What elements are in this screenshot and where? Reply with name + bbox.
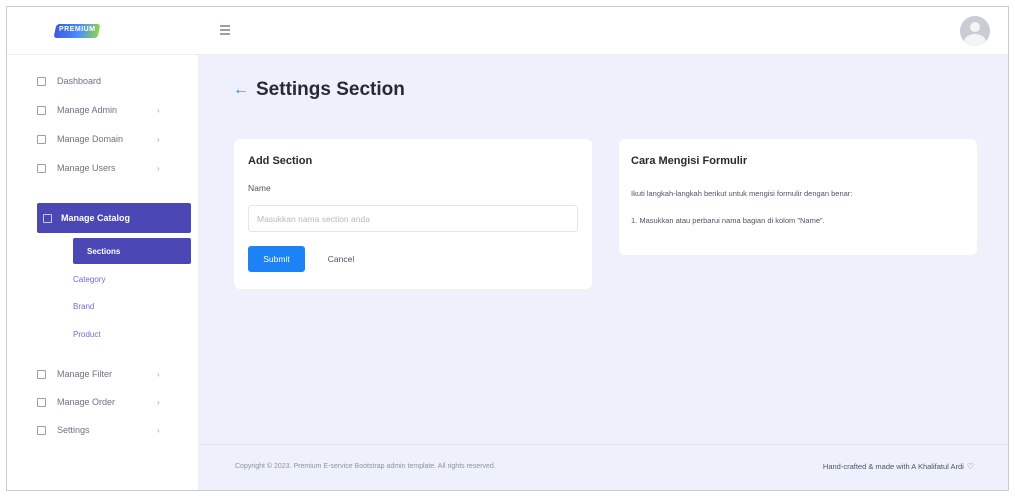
footer: Copyright © 2023. Premium E-service Boot… (199, 444, 1008, 490)
sidebar-item-manage-admin[interactable]: Manage Admin › (7, 99, 199, 121)
sidebar-item-manage-catalog[interactable]: Manage Catalog (37, 203, 191, 233)
card-title: Add Section (248, 155, 313, 167)
sidebar-item-label: Dashboard (57, 76, 102, 86)
order-icon (37, 397, 46, 407)
arrow-left-icon[interactable]: ← (233, 81, 249, 99)
sidebar-subitem-label: Category (73, 274, 106, 284)
sidebar-item-manage-order[interactable]: Manage Order › (7, 391, 199, 413)
submit-button[interactable]: Submit (248, 246, 305, 272)
sidebar-subitem-sections[interactable]: Sections (73, 238, 191, 264)
app-window: PREMIUM Dashboard Manage Admin › Manage … (6, 6, 1009, 491)
sidebar: Dashboard Manage Admin › Manage Domain ›… (7, 55, 199, 490)
chevron-right-icon: › (157, 397, 160, 407)
chevron-right-icon: › (157, 134, 160, 144)
dashboard-icon (37, 76, 46, 86)
catalog-icon (43, 213, 52, 223)
users-icon (37, 163, 46, 173)
sidebar-subitem-product[interactable]: Product (73, 325, 101, 343)
help-card: Cara Mengisi Formulir Ikuti langkah-lang… (619, 139, 977, 255)
page-title: Settings Section (256, 79, 405, 100)
top-navbar: PREMIUM (7, 7, 1008, 55)
chevron-right-icon: › (157, 105, 160, 115)
sidebar-subitem-label: Product (73, 329, 101, 339)
heart-icon: ♡ (966, 462, 974, 471)
main-content: ← Settings Section Add Section Name Subm… (199, 55, 1008, 490)
help-intro: Ikuti langkah-langkah berikut untuk meng… (631, 189, 853, 198)
name-input[interactable] (248, 205, 578, 232)
sidebar-item-label: Manage Filter (57, 369, 113, 379)
name-label: Name (248, 183, 271, 193)
sidebar-item-manage-domain[interactable]: Manage Domain › (7, 128, 199, 150)
sidebar-item-label: Manage Users (57, 163, 116, 173)
cancel-button[interactable]: Cancel (314, 246, 368, 272)
hamburger-icon[interactable] (220, 25, 230, 35)
domain-icon (37, 134, 46, 144)
chevron-right-icon: › (157, 369, 160, 379)
sidebar-item-manage-users[interactable]: Manage Users › (7, 157, 199, 179)
add-section-card: Add Section Name Submit Cancel (234, 139, 592, 289)
sidebar-item-label: Manage Catalog (61, 213, 131, 223)
footer-copyright: Copyright © 2023. Premium E-service Boot… (235, 463, 496, 470)
filter-icon (37, 369, 46, 379)
help-step: 1. Masukkan atau perbarui nama bagian di… (631, 216, 825, 225)
sidebar-item-label: Manage Order (57, 397, 116, 407)
sidebar-item-label: Manage Domain (57, 134, 124, 144)
chevron-right-icon: › (157, 425, 160, 435)
sidebar-item-label: Manage Admin (57, 105, 118, 115)
sidebar-item-manage-filter[interactable]: Manage Filter › (7, 363, 199, 385)
help-title: Cara Mengisi Formulir (631, 155, 748, 167)
footer-credit: Hand-crafted & made with A Khalifatul Ar… (823, 462, 974, 471)
user-avatar-icon[interactable] (960, 16, 990, 46)
footer-credit-text: Hand-crafted & made with A Khalifatul Ar… (822, 462, 964, 471)
sidebar-subitem-brand[interactable]: Brand (73, 297, 94, 315)
brand-logo-text: PREMIUM (59, 26, 96, 33)
sidebar-subitem-label: Sections (87, 246, 121, 256)
chevron-right-icon: › (157, 163, 160, 173)
sidebar-item-settings[interactable]: Settings › (7, 419, 199, 441)
sidebar-item-dashboard[interactable]: Dashboard (7, 70, 199, 92)
sidebar-subitem-category[interactable]: Category (73, 270, 105, 288)
admin-icon (37, 105, 46, 115)
sidebar-item-label: Settings (57, 425, 90, 435)
sidebar-subitem-label: Brand (73, 301, 95, 311)
settings-icon (37, 425, 46, 435)
